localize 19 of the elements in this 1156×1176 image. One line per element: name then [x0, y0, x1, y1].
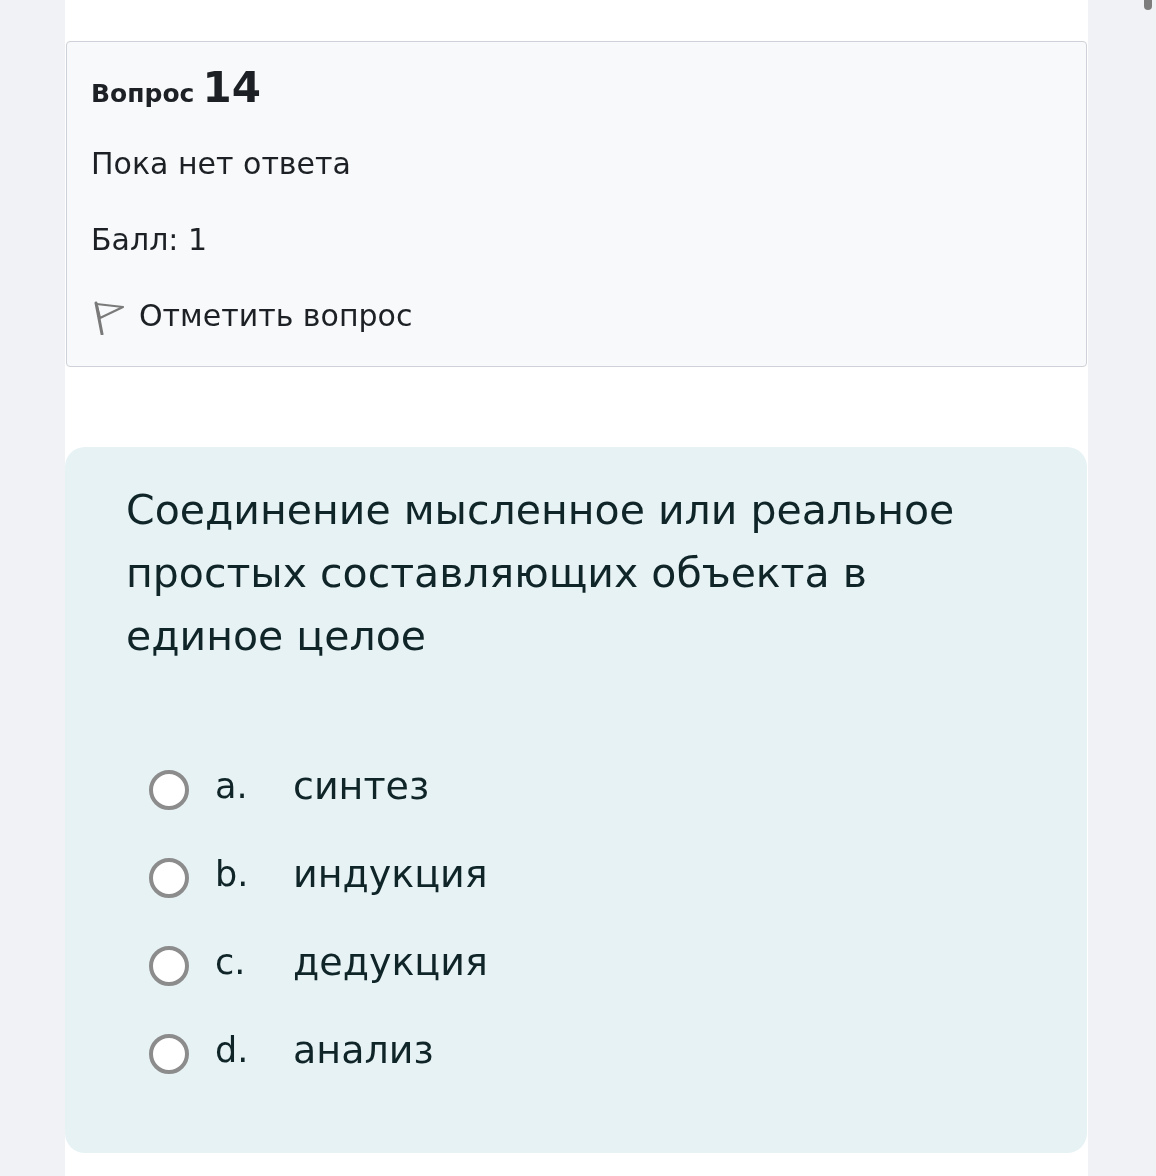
question-number: 14	[202, 62, 261, 114]
option-letter: a.	[215, 766, 248, 806]
radio-button[interactable]	[149, 770, 189, 810]
grade-text: Балл: 1	[91, 221, 209, 259]
radio-button[interactable]	[149, 1034, 189, 1074]
radio-button[interactable]	[149, 858, 189, 898]
question-label: Вопрос	[91, 78, 195, 110]
option-text[interactable]: анализ	[293, 1027, 434, 1073]
option-text[interactable]: синтез	[293, 763, 430, 809]
option-letter: d.	[215, 1030, 249, 1070]
flag-icon[interactable]	[93, 301, 125, 335]
option-text[interactable]: дедукция	[293, 939, 488, 985]
radio-button[interactable]	[149, 946, 189, 986]
option-text[interactable]: индукция	[293, 851, 488, 897]
option-letter: c.	[215, 942, 246, 982]
answer-status: Пока нет ответа	[91, 145, 352, 183]
question-text: Соединение мысленное или реальное простых составляющих объекта в единое целое	[126, 485, 956, 662]
option-letter: b.	[215, 854, 249, 894]
flag-question-link[interactable]: Отметить вопрос	[139, 296, 413, 336]
